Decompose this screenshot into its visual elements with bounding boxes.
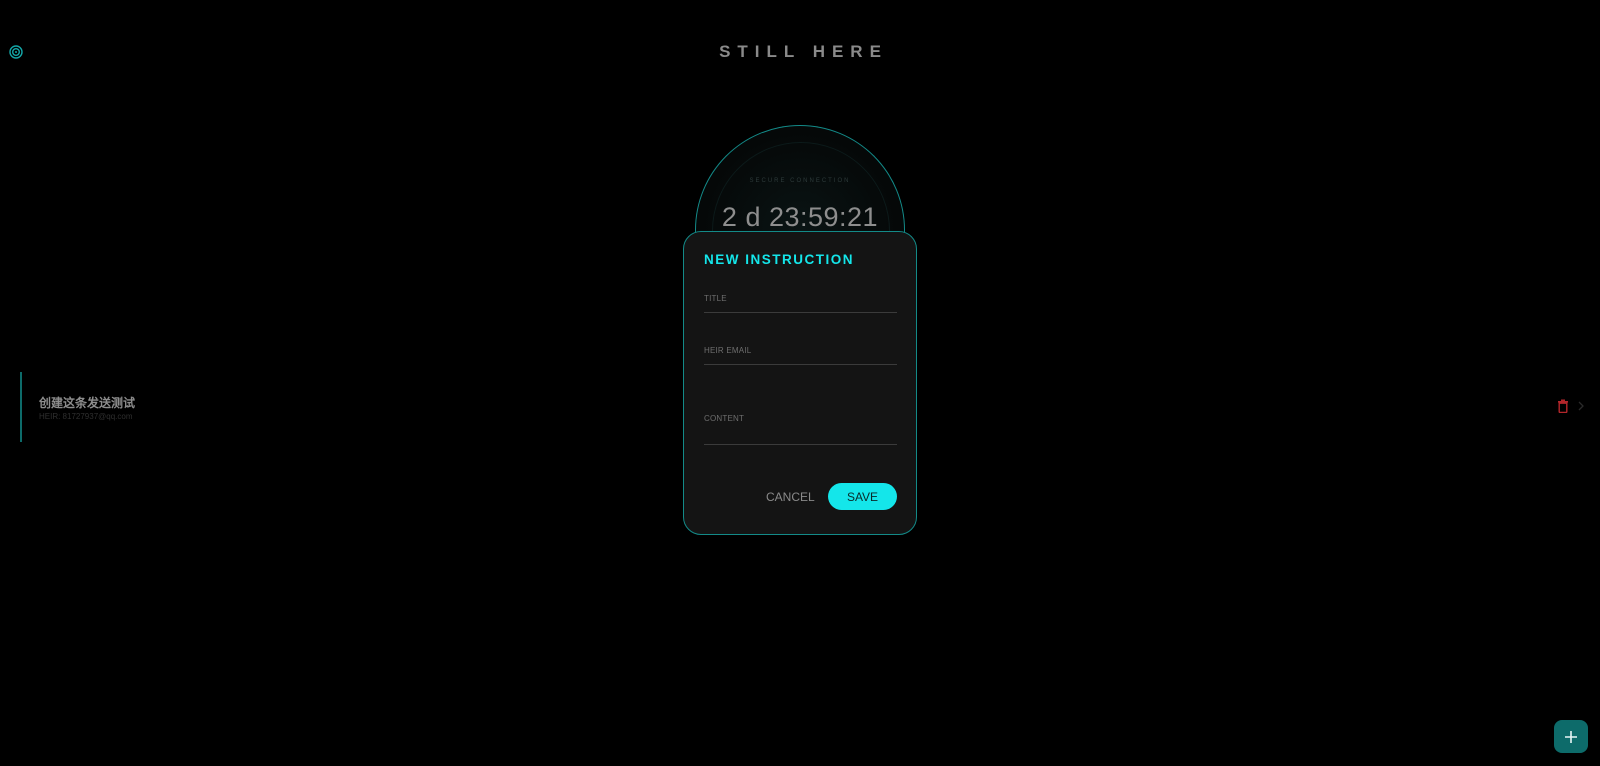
content-field[interactable]: CONTENT — [704, 410, 897, 445]
heir-email-field[interactable]: HEIR EMAIL — [704, 342, 897, 365]
new-instruction-dialog: NEW INSTRUCTION TITLE HEIR EMAIL CONTENT… — [683, 231, 917, 535]
content-textarea[interactable] — [704, 430, 897, 442]
content-field-label: CONTENT — [704, 414, 745, 423]
cancel-button[interactable]: CANCEL — [766, 488, 815, 506]
app-title: STILL HERE — [719, 42, 888, 61]
title-field[interactable]: TITLE — [704, 290, 897, 313]
app-screen: STILL HERE SECURE CONNECTION 2 d 23:59:2… — [0, 0, 1600, 766]
save-button[interactable]: SAVE — [828, 483, 897, 510]
instruction-heir-email: HEIR: 81727937@qq.com — [39, 412, 133, 421]
trash-icon[interactable] — [1557, 399, 1569, 414]
title-input[interactable] — [704, 298, 897, 310]
heir-email-input[interactable] — [704, 350, 897, 362]
add-instruction-button[interactable] — [1554, 720, 1588, 753]
timer-status-label: SECURE CONNECTION — [749, 178, 851, 184]
list-item-accent-bar — [20, 372, 22, 442]
instruction-title: 创建这条发送测试 — [39, 396, 136, 410]
dialog-title: NEW INSTRUCTION — [704, 252, 854, 267]
timer-value: 2 d 23:59:21 — [721, 202, 879, 232]
plus-icon — [1565, 730, 1577, 743]
chevron-right-icon[interactable] — [1576, 399, 1586, 413]
